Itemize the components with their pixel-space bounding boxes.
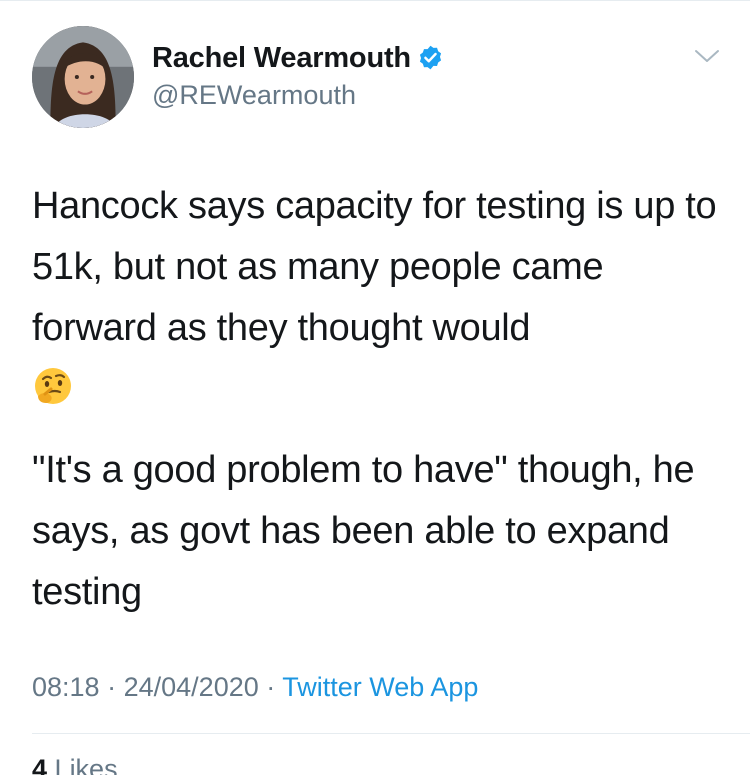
author-name[interactable]: Rachel Wearmouth	[152, 42, 444, 75]
top-divider	[0, 0, 750, 1]
likes-stat[interactable]: 4 Likes	[32, 754, 118, 775]
avatar[interactable]	[32, 26, 134, 128]
tweet-text: Hancock says capacity for testing is up …	[32, 176, 732, 623]
tweet-paragraph-1: Hancock says capacity for testing is up …	[32, 176, 732, 420]
meta-separator-1: ·	[107, 672, 117, 702]
thinking-face-emoji-icon	[35, 368, 71, 404]
author-name-text[interactable]: Rachel Wearmouth	[152, 42, 411, 74]
avatar-photo	[32, 26, 134, 128]
tweet-paragraph-2: "It's a good problem to have" though, he…	[32, 449, 695, 613]
tweet-meta: 08:18 · 24/04/2020 · Twitter Web App	[32, 672, 478, 703]
stats-divider	[32, 733, 750, 734]
chevron-down-icon[interactable]	[694, 48, 720, 64]
tweet-time[interactable]: 08:18	[32, 672, 100, 702]
tweet-source-link[interactable]: Twitter Web App	[282, 672, 478, 702]
tweet-date[interactable]: 24/04/2020	[124, 672, 259, 702]
likes-count: 4	[32, 754, 48, 775]
author-handle[interactable]: @REWearmouth	[152, 80, 356, 111]
verified-badge-icon	[419, 45, 442, 70]
meta-separator-2: ·	[266, 672, 276, 702]
tweet-paragraph-1-text: Hancock says capacity for testing is up …	[32, 185, 717, 349]
likes-label: Likes	[54, 754, 118, 775]
